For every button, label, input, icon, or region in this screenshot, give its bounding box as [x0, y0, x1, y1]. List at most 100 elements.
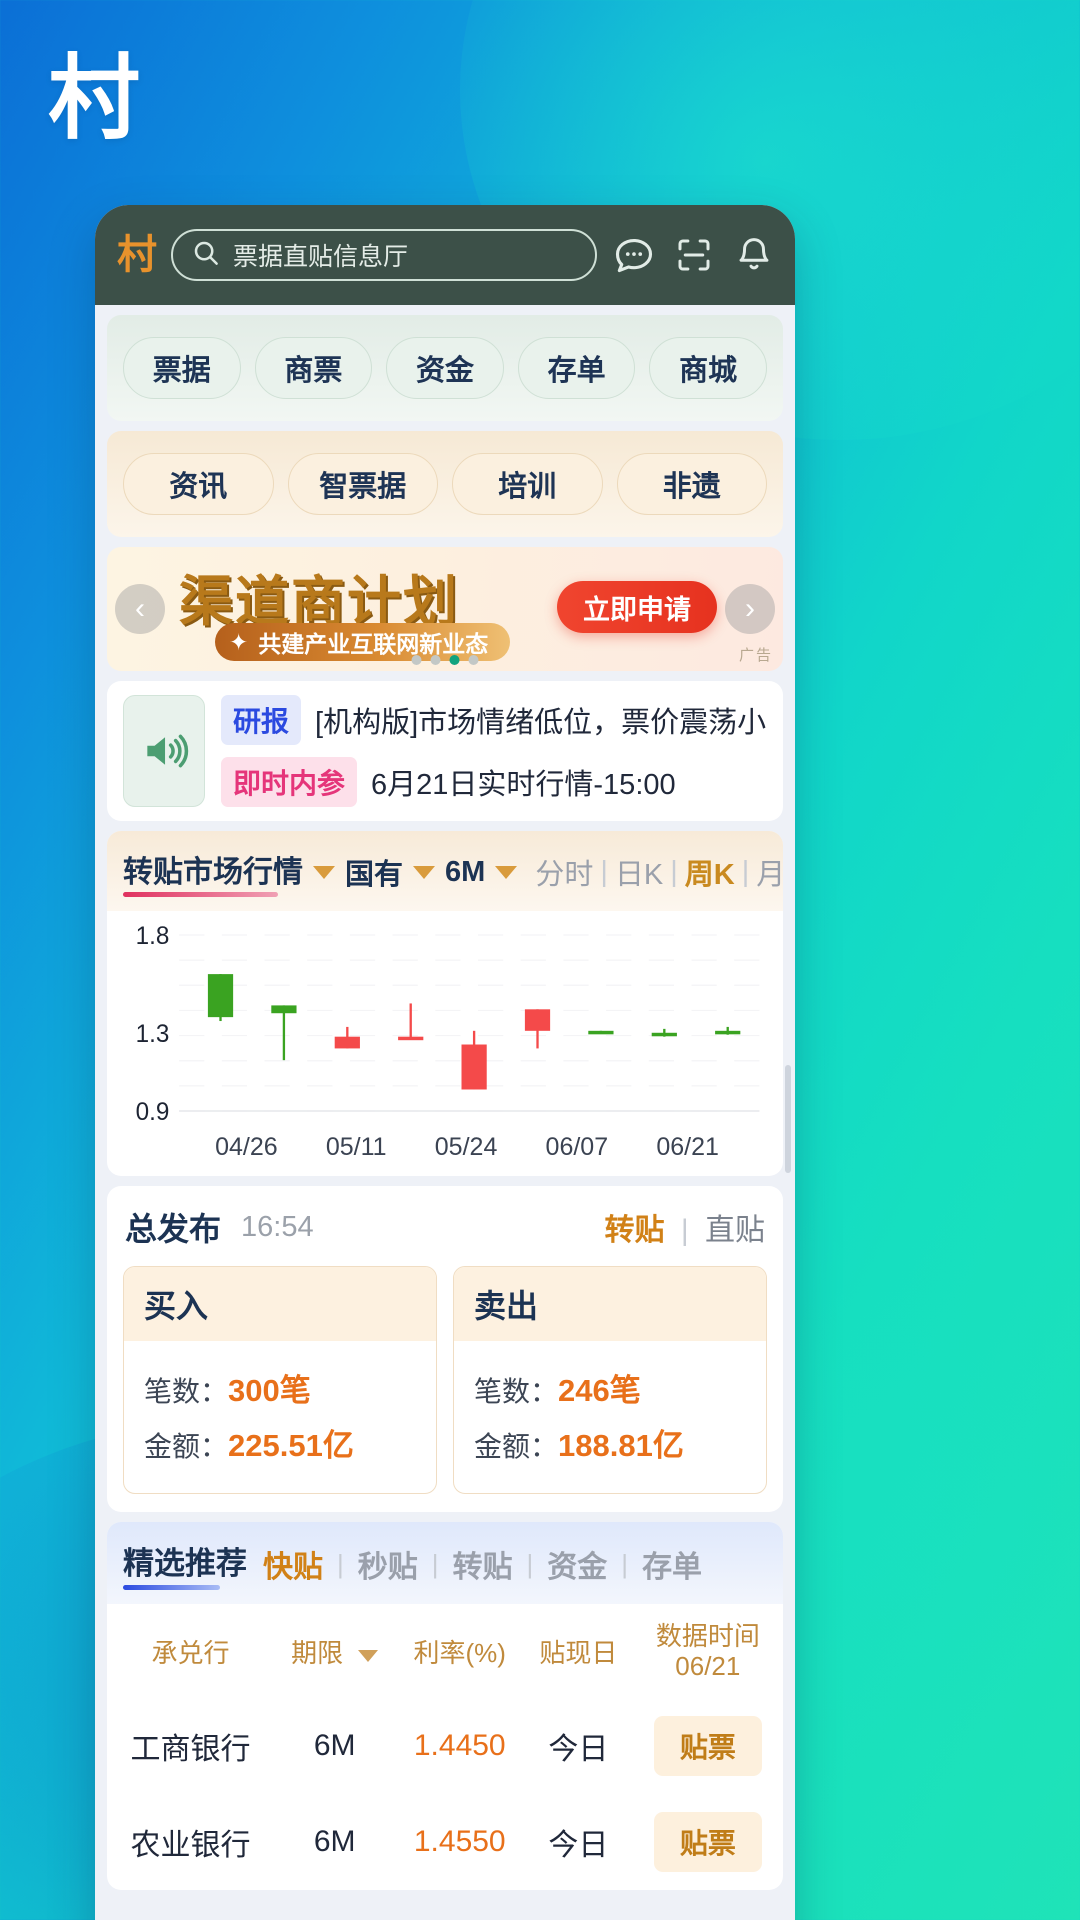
banner-prev-button[interactable]: ‹ [115, 584, 165, 634]
chevron-down-icon[interactable] [413, 865, 436, 879]
quote-tab-rik[interactable]: 日K [615, 851, 663, 893]
data-time-label: 数据时间 [655, 1621, 760, 1651]
recommend-tab-kuaitie[interactable]: 快贴 [263, 1542, 323, 1586]
chat-icon[interactable] [611, 232, 657, 278]
nav-row-primary: 票据 商票 资金 存单 商城 [107, 315, 783, 421]
svg-text:0.9: 0.9 [136, 1099, 170, 1126]
tab-separator: | [741, 855, 750, 888]
recommend-tab-zijin[interactable]: 资金 [547, 1542, 607, 1586]
nav-pill-shangpiao[interactable]: 商票 [254, 337, 373, 399]
search-input[interactable]: 票据直贴信息厅 [171, 229, 597, 281]
banner-dots [411, 655, 479, 665]
recommend-tab-zhuantie[interactable]: 转贴 [453, 1542, 513, 1586]
discount-button[interactable]: 贴票 [653, 1715, 762, 1776]
quote-tab-fenshi[interactable]: 分时 [535, 851, 593, 893]
speaker-icon[interactable] [123, 695, 205, 807]
nav-pill-zhipiaoju[interactable]: 智票据 [287, 453, 438, 515]
scroll-content[interactable]: 票据 商票 资金 存单 商城 资讯 智票据 培训 非遗 渠道商计划 ✦ 共建产业… [95, 305, 795, 1920]
col-header-term[interactable]: 期限 [274, 1604, 395, 1698]
sell-amount-label: 金额： [474, 1431, 559, 1462]
candlestick-chart[interactable]: 1.8 1.3 0.9 [107, 911, 783, 1133]
news-badge-yanbao: 研报 [221, 695, 302, 745]
search-icon [191, 238, 221, 273]
sell-count-label: 笔数： [474, 1376, 559, 1407]
publish-header: 总发布 16:54 转贴 | 直贴 [107, 1186, 783, 1256]
cell-action: 贴票 [633, 1698, 783, 1794]
banner-dot[interactable] [468, 655, 479, 665]
recommend-table-head: 承兑行 期限 利率(%) 贴现日 数据时间 06/21 [107, 1604, 783, 1698]
nav-pill-cundan[interactable]: 存单 [517, 337, 636, 399]
tab-separator: | [670, 855, 678, 888]
chevron-down-icon[interactable] [358, 1649, 379, 1662]
banner-apply-button[interactable]: 立即申请 [557, 581, 717, 633]
sell-amount-row: 金额： 188.81亿 [474, 1420, 746, 1465]
buy-amount-label: 金额： [144, 1431, 229, 1462]
sell-count-value: 246笔 [558, 1373, 641, 1408]
publish-time: 16:54 [241, 1210, 314, 1243]
buy-count-label: 笔数： [144, 1376, 229, 1407]
buy-card[interactable]: 买入 笔数： 300笔 金额： 225.51亿 [123, 1266, 437, 1494]
nav-pill-piaoju[interactable]: 票据 [123, 337, 241, 399]
quote-period-tabs: 分时 | 日K | 周K | 月K [535, 851, 783, 893]
recommend-tab-cundan[interactable]: 存单 [642, 1542, 702, 1586]
publish-title: 总发布 [125, 1211, 222, 1247]
table-row[interactable]: 工商银行 6M 1.4450 今日 贴票 [107, 1698, 783, 1794]
sell-card[interactable]: 卖出 笔数： 246笔 金额： 188.81亿 [453, 1266, 767, 1494]
publish-tab-zhitie[interactable]: 直贴 [705, 1214, 765, 1247]
tab-separator: | [621, 1548, 629, 1579]
chevron-down-icon[interactable] [495, 865, 518, 879]
candlestick-chart-svg: 1.8 1.3 0.9 [136, 923, 760, 1126]
quote-tab-yuek[interactable]: 月K [756, 851, 783, 893]
cell-day: 今日 [548, 1828, 609, 1862]
app-logo[interactable]: 村 [117, 235, 157, 275]
quote-filter-type[interactable]: 国有 [345, 851, 403, 893]
banner-dot[interactable] [430, 655, 441, 665]
app-header: 村 票据直贴信息厅 [95, 205, 795, 305]
buy-amount-value: 225.51亿 [228, 1428, 354, 1463]
quote-tab-zhouk[interactable]: 周K [685, 851, 735, 893]
nav-pill-zijin[interactable]: 资金 [386, 337, 504, 399]
nav-row-secondary: 资讯 智票据 培训 非遗 [107, 431, 783, 537]
bell-icon[interactable] [731, 232, 777, 278]
nav-pill-shangcheng[interactable]: 商城 [649, 337, 767, 399]
quote-title[interactable]: 转贴市场行情 [123, 847, 303, 897]
recommend-tab-miaotie[interactable]: 秒贴 [358, 1542, 418, 1586]
publish-summary-card: 总发布 16:54 转贴 | 直贴 买入 笔数： 300笔 金额： 225.51… [107, 1186, 783, 1512]
recommend-tabs: 精选推荐 快贴 | 秒贴 | 转贴 | 资金 | 存单 [107, 1522, 783, 1604]
news-text: 6月21日实时行情-15:00 [371, 769, 676, 801]
banner-subtitle-text: 共建产业互联网新业态 [258, 631, 489, 657]
ad-label: 广告 [738, 647, 773, 664]
ad-banner[interactable]: 渠道商计划 ✦ 共建产业互联网新业态 立即申请 ‹ › 广告 [107, 547, 783, 671]
publish-tab-zhuantie[interactable]: 转贴 [605, 1214, 665, 1247]
tab-separator: | [526, 1548, 534, 1579]
recommend-table: 承兑行 期限 利率(%) 贴现日 数据时间 06/21 工商银行 6M 1.44… [107, 1604, 783, 1890]
cell-bank: 工商银行 [130, 1732, 251, 1766]
news-lines: 研报 [机构版]市场情绪低位，票价震荡小降 即时内参 6月21日实时行情-15:… [221, 695, 767, 807]
banner-next-button[interactable]: › [725, 584, 775, 634]
col-header-day: 贴现日 [539, 1638, 618, 1669]
sell-card-body: 笔数： 246笔 金额： 188.81亿 [454, 1341, 766, 1493]
cell-bank: 农业银行 [130, 1828, 251, 1862]
banner-dot-active[interactable] [449, 655, 460, 665]
nav-pill-peixun[interactable]: 培训 [452, 453, 603, 515]
recommend-card: 精选推荐 快贴 | 秒贴 | 转贴 | 资金 | 存单 承兑行 期限 利率(%)… [107, 1522, 783, 1890]
news-ticker[interactable]: 研报 [机构版]市场情绪低位，票价震荡小降 即时内参 6月21日实时行情-15:… [107, 681, 783, 821]
quote-header: 转贴市场行情 国有 6M 分时 | 日K | 周K | 月K [107, 831, 783, 911]
tab-separator: | [431, 1548, 439, 1579]
quote-filter-term[interactable]: 6M [445, 856, 485, 889]
news-item[interactable]: 研报 [机构版]市场情绪低位，票价震荡小降 [221, 695, 767, 745]
nav-pill-zixun[interactable]: 资讯 [123, 453, 274, 515]
scan-icon[interactable] [671, 232, 717, 278]
discount-button[interactable]: 贴票 [653, 1811, 762, 1872]
table-row[interactable]: 农业银行 6M 1.4550 今日 贴票 [107, 1794, 783, 1890]
news-item[interactable]: 即时内参 6月21日实时行情-15:00 [221, 757, 767, 807]
buy-sell-cards: 买入 笔数： 300笔 金额： 225.51亿 卖出 笔数： 246笔 金额： … [107, 1256, 783, 1512]
chevron-down-icon[interactable] [313, 865, 335, 879]
tab-separator: | [600, 855, 608, 888]
data-time-value: 06/21 [675, 1650, 741, 1681]
nav-pill-feiyi[interactable]: 非遗 [616, 453, 767, 515]
banner-dot[interactable] [411, 655, 422, 665]
tab-separator: | [337, 1548, 344, 1579]
search-placeholder-text: 票据直贴信息厅 [233, 243, 409, 271]
scrollbar-thumb[interactable] [785, 1065, 791, 1173]
